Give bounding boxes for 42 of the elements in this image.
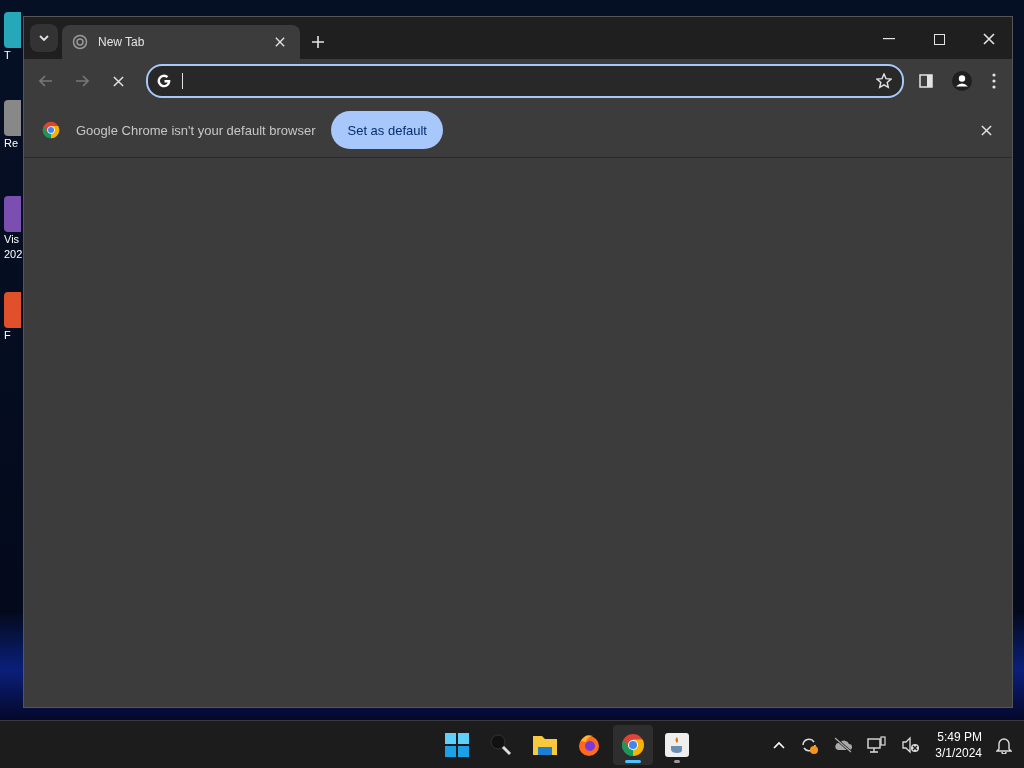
search-icon	[488, 732, 513, 757]
desktop-icon-label: Vis	[4, 232, 20, 247]
back-arrow-icon	[39, 75, 53, 87]
text-cursor	[182, 73, 183, 89]
address-bar[interactable]	[146, 64, 904, 98]
tab-search-button[interactable]	[30, 24, 58, 52]
java-cup-icon	[664, 732, 689, 757]
chrome-logo-icon	[42, 121, 60, 139]
close-icon	[983, 33, 995, 45]
chevron-up-icon[interactable]	[773, 740, 786, 749]
person-avatar-icon	[952, 71, 972, 91]
close-icon	[275, 37, 285, 47]
menu-dots-icon	[992, 73, 996, 89]
windows-logo-icon	[444, 732, 469, 757]
speaker-muted-icon[interactable]	[901, 735, 922, 754]
maximize-icon	[933, 33, 945, 45]
chrome-logo-icon	[620, 732, 645, 757]
minimize-icon	[883, 38, 895, 40]
chevron-down-icon	[39, 35, 49, 41]
stop-icon	[112, 75, 124, 87]
forward-arrow-icon	[75, 75, 89, 87]
desktop-icon-label: T	[4, 48, 11, 63]
firefox-icon	[576, 732, 601, 757]
side-panel-icon	[919, 74, 933, 88]
loading-spinner-icon	[72, 34, 88, 50]
clock-date[interactable]: 3/1/2024	[935, 744, 982, 761]
infobar-message: Google Chrome isn't your default browser	[76, 122, 316, 138]
browser-tab[interactable]: New Tab	[62, 25, 300, 59]
clock-time[interactable]: 5:49 PM	[937, 728, 982, 745]
plus-icon	[312, 36, 324, 48]
set-default-button[interactable]: Set as default	[331, 111, 443, 149]
star-icon[interactable]	[876, 73, 892, 89]
desktop-icon-label: Re	[4, 136, 19, 151]
google-g-icon	[156, 73, 172, 89]
notification-bell-icon[interactable]	[996, 735, 1012, 754]
close-icon	[980, 124, 992, 136]
desktop-icon-label: 202	[4, 247, 23, 262]
cloud-off-icon[interactable]	[833, 736, 854, 753]
desktop-icon-label: F	[4, 328, 11, 343]
network-icon[interactable]	[867, 735, 888, 754]
taskbar-app-button[interactable]	[612, 724, 653, 765]
tab-title: New Tab	[98, 35, 146, 49]
